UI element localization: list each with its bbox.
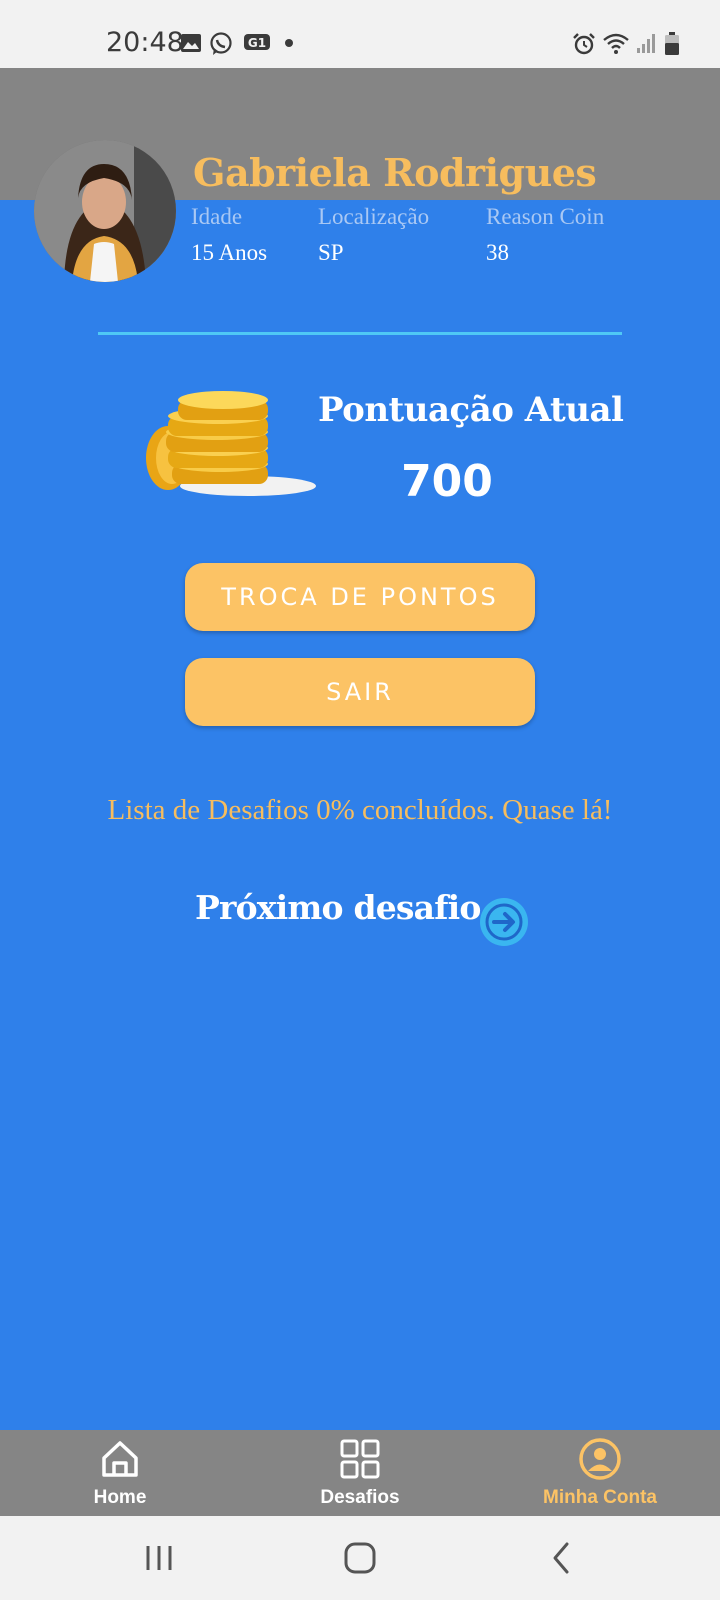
status-time: 20:48 bbox=[106, 27, 184, 58]
wifi-icon bbox=[603, 33, 629, 54]
home-button-icon[interactable] bbox=[338, 1536, 382, 1580]
score-label: Pontuação Atual bbox=[318, 390, 624, 430]
bottom-navigation: Home Desafios Minha Conta bbox=[0, 1430, 720, 1516]
next-challenge-label[interactable]: Próximo desafio bbox=[195, 888, 481, 927]
signal-icon bbox=[637, 34, 655, 53]
coin-value: 38 bbox=[486, 240, 509, 265]
challenge-progress-text: Lista de Desafios 0% concluídos. Quase l… bbox=[107, 794, 613, 826]
status-bar: 20:48 G1 bbox=[0, 0, 720, 68]
system-navigation-bar bbox=[0, 1516, 720, 1600]
nav-item-minha-conta[interactable]: Minha Conta bbox=[480, 1430, 720, 1516]
image-icon bbox=[181, 34, 201, 52]
score-value: 700 bbox=[401, 456, 493, 507]
nav-item-desafios[interactable]: Desafios bbox=[240, 1430, 480, 1516]
svg-text:G1: G1 bbox=[248, 36, 266, 50]
whatsapp-icon bbox=[210, 32, 232, 55]
nav-label-minha-conta: Minha Conta bbox=[543, 1487, 657, 1508]
user-name: Gabriela Rodrigues bbox=[193, 150, 597, 195]
grid-icon bbox=[340, 1439, 380, 1479]
logout-button[interactable]: SAIR bbox=[185, 658, 535, 726]
g1-icon: G1 bbox=[244, 34, 270, 50]
nav-label-home: Home bbox=[93, 1487, 147, 1508]
recent-apps-icon[interactable] bbox=[137, 1536, 181, 1580]
nav-label-desafios: Desafios bbox=[320, 1487, 400, 1508]
exchange-points-button[interactable]: TROCA DE PONTOS bbox=[185, 563, 535, 631]
home-icon bbox=[102, 1441, 138, 1477]
location-label: Localização bbox=[318, 204, 430, 229]
nav-item-home[interactable]: Home bbox=[0, 1430, 240, 1516]
coin-label: Reason Coin bbox=[486, 204, 605, 229]
age-label: Idade bbox=[191, 204, 243, 229]
account-icon bbox=[579, 1438, 621, 1480]
back-icon[interactable] bbox=[540, 1536, 584, 1580]
location-value: SP bbox=[318, 240, 344, 265]
battery-icon bbox=[665, 32, 679, 55]
alarm-icon bbox=[573, 33, 595, 55]
profile-screen: Gabriela Rodrigues Idade 15 Anos Localiz… bbox=[0, 68, 720, 1430]
arrow-right-circle-icon[interactable] bbox=[480, 898, 528, 946]
avatar bbox=[34, 140, 176, 282]
dot-icon bbox=[285, 39, 293, 47]
coins-icon bbox=[146, 391, 316, 496]
age-value: 15 Anos bbox=[191, 240, 268, 265]
divider bbox=[98, 332, 622, 335]
